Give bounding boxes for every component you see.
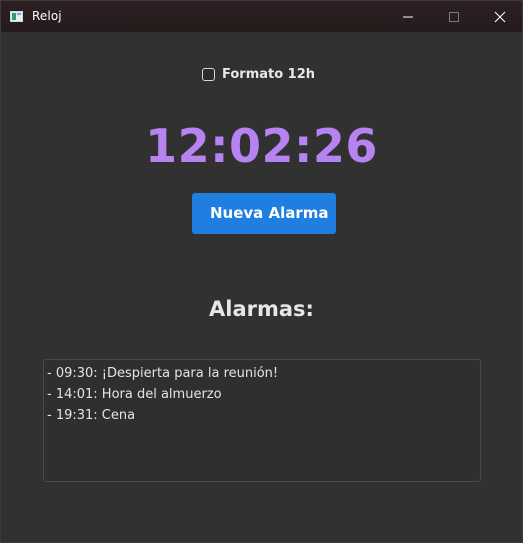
alarm-list-item[interactable]: - 19:31: Cena xyxy=(47,405,480,426)
maximize-button[interactable] xyxy=(431,1,477,32)
alarm-list-item[interactable]: - 14:01: Hora del almuerzo xyxy=(47,384,480,405)
alarm-list-item[interactable]: - 09:30: ¡Despierta para la reunión! xyxy=(47,363,480,384)
app-window-icon xyxy=(10,11,23,22)
close-icon xyxy=(494,11,506,23)
new-alarm-button[interactable]: Nueva Alarma xyxy=(192,193,336,234)
format-12h-checkbox[interactable] xyxy=(202,67,215,81)
alarm-list[interactable]: - 09:30: ¡Despierta para la reunión! - 1… xyxy=(43,359,481,482)
close-button[interactable] xyxy=(477,1,523,32)
minimize-button[interactable] xyxy=(385,1,431,32)
clock-window: Reloj Formato 12h 12:02:26 Nueva Alarma … xyxy=(0,0,523,543)
clock-display: 12:02:26 xyxy=(145,119,378,173)
title-bar[interactable]: Reloj xyxy=(1,1,522,32)
maximize-icon xyxy=(449,12,459,22)
format-12h-toggle[interactable]: Formato 12h xyxy=(202,65,315,83)
format-12h-label: Formato 12h xyxy=(222,66,316,82)
window-title: Reloj xyxy=(32,9,62,23)
alarms-heading: Alarmas: xyxy=(209,297,314,321)
minimize-icon xyxy=(403,16,413,18)
new-alarm-button-label: Nueva Alarma xyxy=(210,204,329,222)
